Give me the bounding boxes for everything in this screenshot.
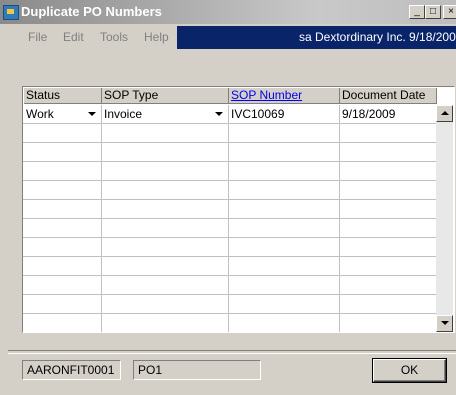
empty-cell[interactable] bbox=[24, 257, 102, 276]
empty-cell[interactable] bbox=[340, 257, 437, 276]
empty-cell[interactable] bbox=[340, 162, 437, 181]
empty-cell[interactable] bbox=[340, 314, 437, 332]
empty-cell[interactable] bbox=[229, 276, 340, 295]
empty-cell[interactable] bbox=[340, 181, 437, 200]
sop-type-cell[interactable]: Invoice bbox=[102, 105, 229, 124]
empty-cell[interactable] bbox=[24, 181, 102, 200]
empty-cell[interactable] bbox=[102, 238, 229, 257]
empty-cell[interactable] bbox=[102, 162, 229, 181]
table-row[interactable] bbox=[23, 257, 437, 276]
empty-cell[interactable] bbox=[229, 162, 340, 181]
empty-cell[interactable] bbox=[229, 200, 340, 219]
title-bar: Duplicate PO Numbers _ □ × bbox=[0, 0, 456, 24]
empty-cell[interactable] bbox=[340, 219, 437, 238]
table-row[interactable]: Work Invoice IVC10069 9/18/2009 bbox=[23, 105, 437, 124]
table-row[interactable] bbox=[23, 238, 437, 257]
minimize-button[interactable]: _ bbox=[409, 5, 425, 19]
empty-cell[interactable] bbox=[340, 124, 437, 143]
status-value: Work bbox=[26, 107, 54, 121]
table-row[interactable] bbox=[23, 143, 437, 162]
empty-cell[interactable] bbox=[102, 124, 229, 143]
empty-cell[interactable] bbox=[229, 295, 340, 314]
empty-cell[interactable] bbox=[24, 276, 102, 295]
empty-cell[interactable] bbox=[229, 124, 340, 143]
vertical-scrollbar[interactable] bbox=[436, 105, 453, 332]
empty-cell[interactable] bbox=[229, 181, 340, 200]
menu-tools[interactable]: Tools bbox=[100, 30, 128, 44]
empty-cell[interactable] bbox=[24, 219, 102, 238]
empty-cell[interactable] bbox=[24, 143, 102, 162]
scroll-up-arrow-icon[interactable] bbox=[436, 105, 453, 122]
empty-cell[interactable] bbox=[24, 162, 102, 181]
empty-cell[interactable] bbox=[102, 295, 229, 314]
duplicate-po-window: Duplicate PO Numbers _ □ × File Edit Too… bbox=[0, 0, 456, 395]
table-row[interactable] bbox=[23, 181, 437, 200]
empty-cell[interactable] bbox=[340, 143, 437, 162]
close-button[interactable]: × bbox=[443, 5, 456, 19]
empty-cell[interactable] bbox=[102, 257, 229, 276]
empty-cell[interactable] bbox=[229, 314, 340, 332]
empty-cell[interactable] bbox=[24, 314, 102, 332]
empty-cell[interactable] bbox=[102, 276, 229, 295]
header-status[interactable]: Status bbox=[24, 88, 102, 104]
header-sop-type[interactable]: SOP Type bbox=[102, 88, 229, 104]
po-grid: Status SOP Type SOP Number Document Date… bbox=[22, 86, 455, 333]
sop-number-cell[interactable]: IVC10069 bbox=[229, 105, 340, 124]
header-document-date[interactable]: Document Date bbox=[340, 88, 437, 104]
table-row[interactable] bbox=[23, 276, 437, 295]
empty-cell[interactable] bbox=[340, 238, 437, 257]
empty-cell[interactable] bbox=[229, 257, 340, 276]
menu-edit[interactable]: Edit bbox=[63, 30, 84, 44]
table-row[interactable] bbox=[23, 200, 437, 219]
status-cell[interactable]: Work bbox=[24, 105, 102, 124]
empty-cell[interactable] bbox=[24, 124, 102, 143]
user-info-bar: sa Dextordinary Inc. 9/18/2009 bbox=[177, 26, 456, 49]
empty-cell[interactable] bbox=[24, 238, 102, 257]
window-title: Duplicate PO Numbers bbox=[21, 4, 162, 19]
empty-cell[interactable] bbox=[102, 143, 229, 162]
empty-cell[interactable] bbox=[24, 200, 102, 219]
table-row[interactable] bbox=[23, 219, 437, 238]
table-row[interactable] bbox=[23, 295, 437, 314]
empty-cell[interactable] bbox=[229, 238, 340, 257]
footer-divider bbox=[8, 350, 456, 354]
chevron-down-icon[interactable] bbox=[84, 106, 100, 122]
customer-id-field: AARONFIT0001 bbox=[22, 360, 121, 380]
empty-cell[interactable] bbox=[102, 314, 229, 332]
sop-type-value: Invoice bbox=[104, 107, 143, 121]
maximize-button[interactable]: □ bbox=[425, 5, 441, 19]
menu-help[interactable]: Help bbox=[144, 30, 169, 44]
empty-cell[interactable] bbox=[229, 219, 340, 238]
po-number-field: PO1 bbox=[133, 360, 261, 380]
empty-cell[interactable] bbox=[340, 276, 437, 295]
scroll-down-arrow-icon[interactable] bbox=[436, 315, 453, 332]
user-info-text: sa Dextordinary Inc. 9/18/2009 bbox=[299, 30, 456, 44]
table-row[interactable] bbox=[23, 124, 437, 143]
app-icon bbox=[3, 5, 19, 20]
empty-cell[interactable] bbox=[24, 295, 102, 314]
chevron-down-icon[interactable] bbox=[211, 106, 227, 122]
table-row[interactable] bbox=[23, 314, 437, 332]
table-row[interactable] bbox=[23, 162, 437, 181]
document-date-cell[interactable]: 9/18/2009 bbox=[340, 105, 437, 124]
empty-cell[interactable] bbox=[229, 143, 340, 162]
menu-file[interactable]: File bbox=[28, 30, 47, 44]
empty-cell[interactable] bbox=[102, 181, 229, 200]
empty-cell[interactable] bbox=[102, 219, 229, 238]
empty-cell[interactable] bbox=[340, 200, 437, 219]
ok-button[interactable]: OK bbox=[373, 359, 446, 382]
empty-cell[interactable] bbox=[102, 200, 229, 219]
header-sop-number[interactable]: SOP Number bbox=[229, 88, 340, 104]
empty-cell[interactable] bbox=[340, 295, 437, 314]
